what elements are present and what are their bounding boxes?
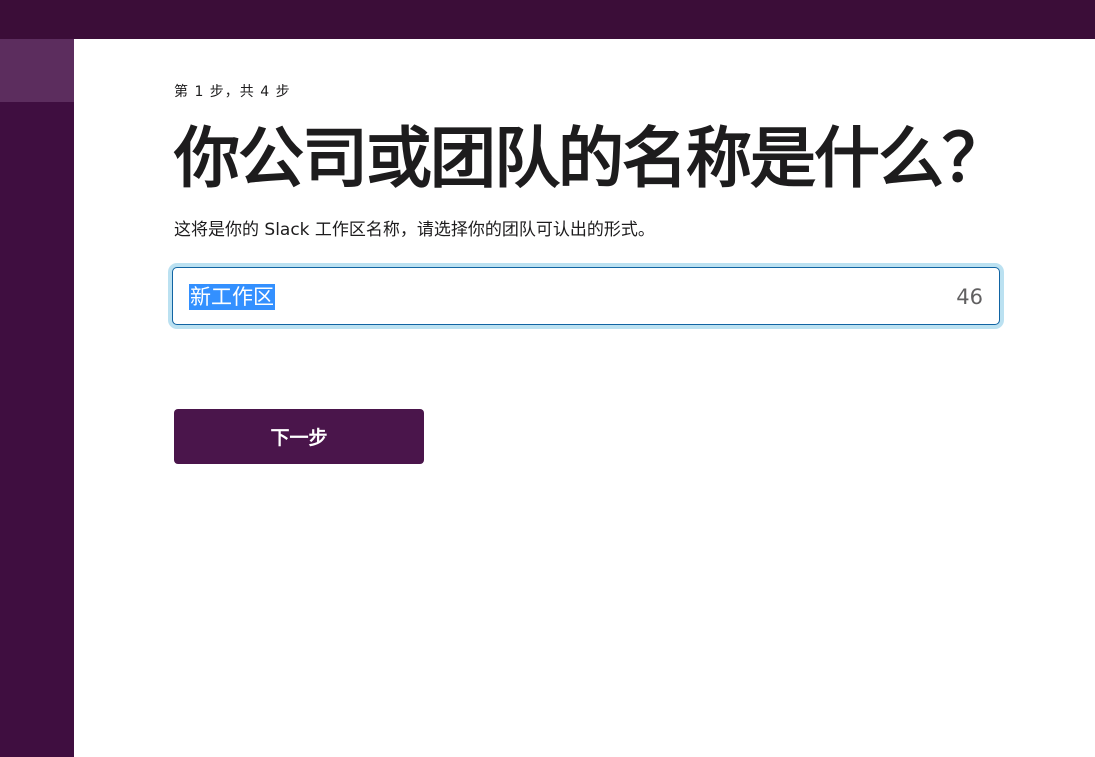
- onboarding-main: 第 1 步，共 4 步 你公司或团队的名称是什么？ 这将是你的 Slack 工作…: [74, 39, 1095, 757]
- remaining-char-count: 46: [956, 285, 983, 309]
- next-button[interactable]: 下一步: [174, 409, 424, 464]
- workspace-name-value[interactable]: 新工作区: [189, 284, 275, 310]
- page-subtitle: 这将是你的 Slack 工作区名称，请选择你的团队可认出的形式。: [174, 220, 655, 240]
- sidebar-workspace-tile[interactable]: [0, 39, 74, 102]
- top-bar: [0, 0, 1095, 39]
- sidebar: [0, 39, 74, 757]
- step-indicator: 第 1 步，共 4 步: [174, 84, 291, 100]
- workspace-name-input[interactable]: 新工作区 46: [172, 267, 1000, 325]
- page-title: 你公司或团队的名称是什么？: [174, 120, 1008, 197]
